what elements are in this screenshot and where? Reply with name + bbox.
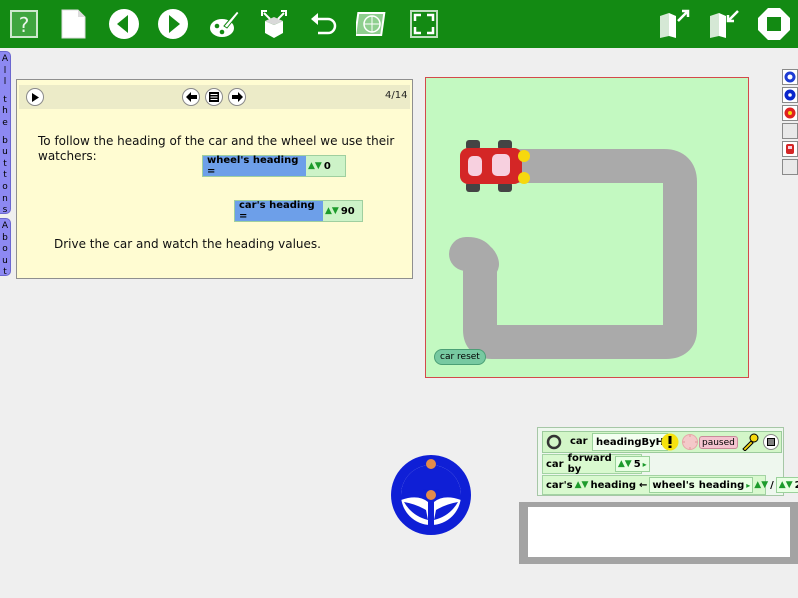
collapse-circle-icon[interactable] bbox=[546, 434, 562, 450]
flap-letter: t bbox=[3, 170, 7, 181]
watcher-label: car's heading = bbox=[235, 200, 323, 222]
updown-arrows-icon[interactable]: ▲▼ bbox=[754, 480, 768, 490]
flap-letter: A bbox=[1, 221, 9, 231]
new-page-icon[interactable] bbox=[56, 7, 90, 41]
flap-letter: b bbox=[2, 135, 8, 146]
flap-letter: u bbox=[2, 147, 8, 158]
clock-icon[interactable] bbox=[681, 433, 699, 451]
playfield-stage: car reset bbox=[425, 77, 749, 378]
save-icon[interactable] bbox=[707, 7, 741, 41]
etoys-world: ? A l l t h e b u t t o n s A b o u t 4/… bbox=[0, 0, 798, 598]
holder-content bbox=[528, 507, 790, 557]
all-the-buttons-flap[interactable]: A l l t h e b u t t o n s bbox=[0, 51, 11, 216]
about-flap[interactable]: A b o u t bbox=[0, 218, 11, 278]
forward-amount-value: 5 bbox=[633, 458, 641, 470]
stop-icon[interactable] bbox=[757, 7, 791, 41]
tile-property: heading bbox=[698, 479, 745, 491]
script-status-button[interactable]: paused bbox=[699, 436, 738, 449]
watcher-value: ▲▼ 90 bbox=[323, 201, 362, 221]
steering-wheel-icon[interactable] bbox=[390, 454, 472, 536]
track-drawing bbox=[449, 149, 697, 359]
car-icon[interactable] bbox=[458, 140, 532, 192]
flap-letter: l bbox=[3, 77, 7, 88]
tile-object: wheel's bbox=[652, 479, 695, 491]
tile-command: forward by bbox=[567, 453, 612, 475]
tile-object: car's bbox=[546, 479, 573, 491]
previous-page-arrow-icon[interactable] bbox=[182, 88, 200, 106]
assignment-tile[interactable]: car's ▲▼ heading ← wheel's heading ▸ ▲▼ … bbox=[542, 475, 798, 495]
flap-letter: l bbox=[3, 65, 7, 76]
script-name-field[interactable]: headingByH bbox=[592, 433, 669, 451]
source-tile[interactable]: wheel's heading ▸ bbox=[649, 477, 754, 493]
forward-amount[interactable]: ▲▼ 5 ▸ bbox=[614, 456, 650, 472]
updown-arrows-icon[interactable]: ▲▼ bbox=[325, 206, 339, 216]
flap-letter: h bbox=[2, 106, 8, 117]
page-indicator: 4/14 bbox=[385, 90, 408, 101]
flap-letter: b bbox=[2, 232, 8, 243]
flap-letter: A bbox=[1, 54, 9, 64]
flap-tab-red-wheel-icon[interactable] bbox=[782, 105, 798, 121]
supplies-icon[interactable] bbox=[257, 7, 291, 41]
book-instruction: Drive the car and watch the heading valu… bbox=[54, 237, 321, 251]
tutorial-book: 4/14 To follow the heading of the car an… bbox=[16, 79, 413, 279]
script-object-name: car bbox=[570, 436, 588, 447]
exclamation-icon[interactable] bbox=[661, 433, 679, 451]
flap-letter: s bbox=[2, 205, 8, 216]
script-menu-icon[interactable] bbox=[763, 434, 779, 450]
flap-tab-blank[interactable] bbox=[782, 123, 798, 139]
car-reset-button[interactable]: car reset bbox=[434, 349, 486, 365]
paint-icon[interactable] bbox=[207, 7, 241, 41]
book-text-line-1: To follow the heading of the car and the… bbox=[38, 134, 395, 148]
play-icon[interactable] bbox=[26, 88, 44, 106]
undo-icon[interactable] bbox=[306, 7, 340, 41]
eyedropper-icon[interactable] bbox=[741, 433, 759, 451]
load-icon[interactable] bbox=[657, 7, 691, 41]
car-heading-watcher[interactable]: car's heading = ▲▼ 90 bbox=[234, 200, 363, 222]
assign-arrow: ← bbox=[638, 479, 648, 491]
flap-letter: t bbox=[3, 267, 7, 278]
help-icon[interactable]: ? bbox=[7, 7, 41, 41]
watcher-label: wheel's heading = bbox=[203, 155, 306, 177]
book-menu-icon[interactable] bbox=[205, 88, 223, 106]
tile-property: heading bbox=[590, 479, 636, 491]
flap-tab-blue-wheel-icon[interactable] bbox=[782, 87, 798, 103]
svg-text:?: ? bbox=[19, 13, 30, 37]
book-navigation-bar: 4/14 bbox=[19, 85, 410, 109]
next-page-arrow-icon[interactable] bbox=[228, 88, 246, 106]
car-heading-value: 90 bbox=[340, 205, 355, 217]
next-page-icon[interactable] bbox=[156, 7, 190, 41]
flap-letter: o bbox=[2, 244, 8, 255]
updown-arrows-icon[interactable]: ▲▼ bbox=[618, 459, 632, 469]
divisor-tile[interactable]: ▲▼2◂▸ bbox=[775, 477, 798, 493]
flap-tab-car-icon[interactable] bbox=[782, 141, 798, 157]
main-toolbar: ? bbox=[0, 0, 798, 48]
flap-letter: u bbox=[2, 255, 8, 266]
wheel-heading-value: 0 bbox=[323, 160, 331, 172]
updown-arrows-icon[interactable]: ▲▼ bbox=[575, 480, 589, 490]
tile-object: car bbox=[546, 458, 564, 470]
watcher-value: ▲▼ 0 bbox=[306, 156, 345, 176]
empty-holder bbox=[519, 502, 798, 564]
wheel-heading-watcher[interactable]: wheel's heading = ▲▼ 0 bbox=[202, 155, 346, 177]
script-editor[interactable]: car headingByH paused car forward by ▲▼ 5… bbox=[537, 427, 798, 496]
divisor-value: 2 bbox=[795, 480, 798, 491]
fullscreen-icon[interactable] bbox=[407, 7, 441, 41]
publish-icon[interactable] bbox=[356, 7, 390, 41]
previous-page-icon[interactable] bbox=[107, 7, 141, 41]
script-header: car headingByH paused bbox=[542, 431, 782, 453]
operator: / bbox=[770, 479, 774, 491]
flap-letter: t bbox=[3, 158, 7, 169]
flap-tab-wheel-icon[interactable] bbox=[782, 69, 798, 85]
extend-arrow-icon[interactable]: ▸ bbox=[643, 460, 647, 469]
flap-letter: e bbox=[2, 117, 8, 128]
flap-letter: n bbox=[2, 193, 8, 204]
flap-letter: o bbox=[2, 181, 8, 192]
forward-by-tile[interactable]: car forward by ▲▼ 5 ▸ bbox=[542, 453, 650, 475]
extend-arrow-icon[interactable]: ▸ bbox=[746, 481, 750, 490]
flap-letter: t bbox=[3, 94, 7, 105]
flap-tab-blank[interactable] bbox=[782, 159, 798, 175]
updown-arrows-icon[interactable]: ▲▼ bbox=[308, 161, 322, 171]
book-text-line-2: watchers: bbox=[38, 149, 97, 163]
updown-arrows-icon[interactable]: ▲▼ bbox=[779, 480, 793, 490]
